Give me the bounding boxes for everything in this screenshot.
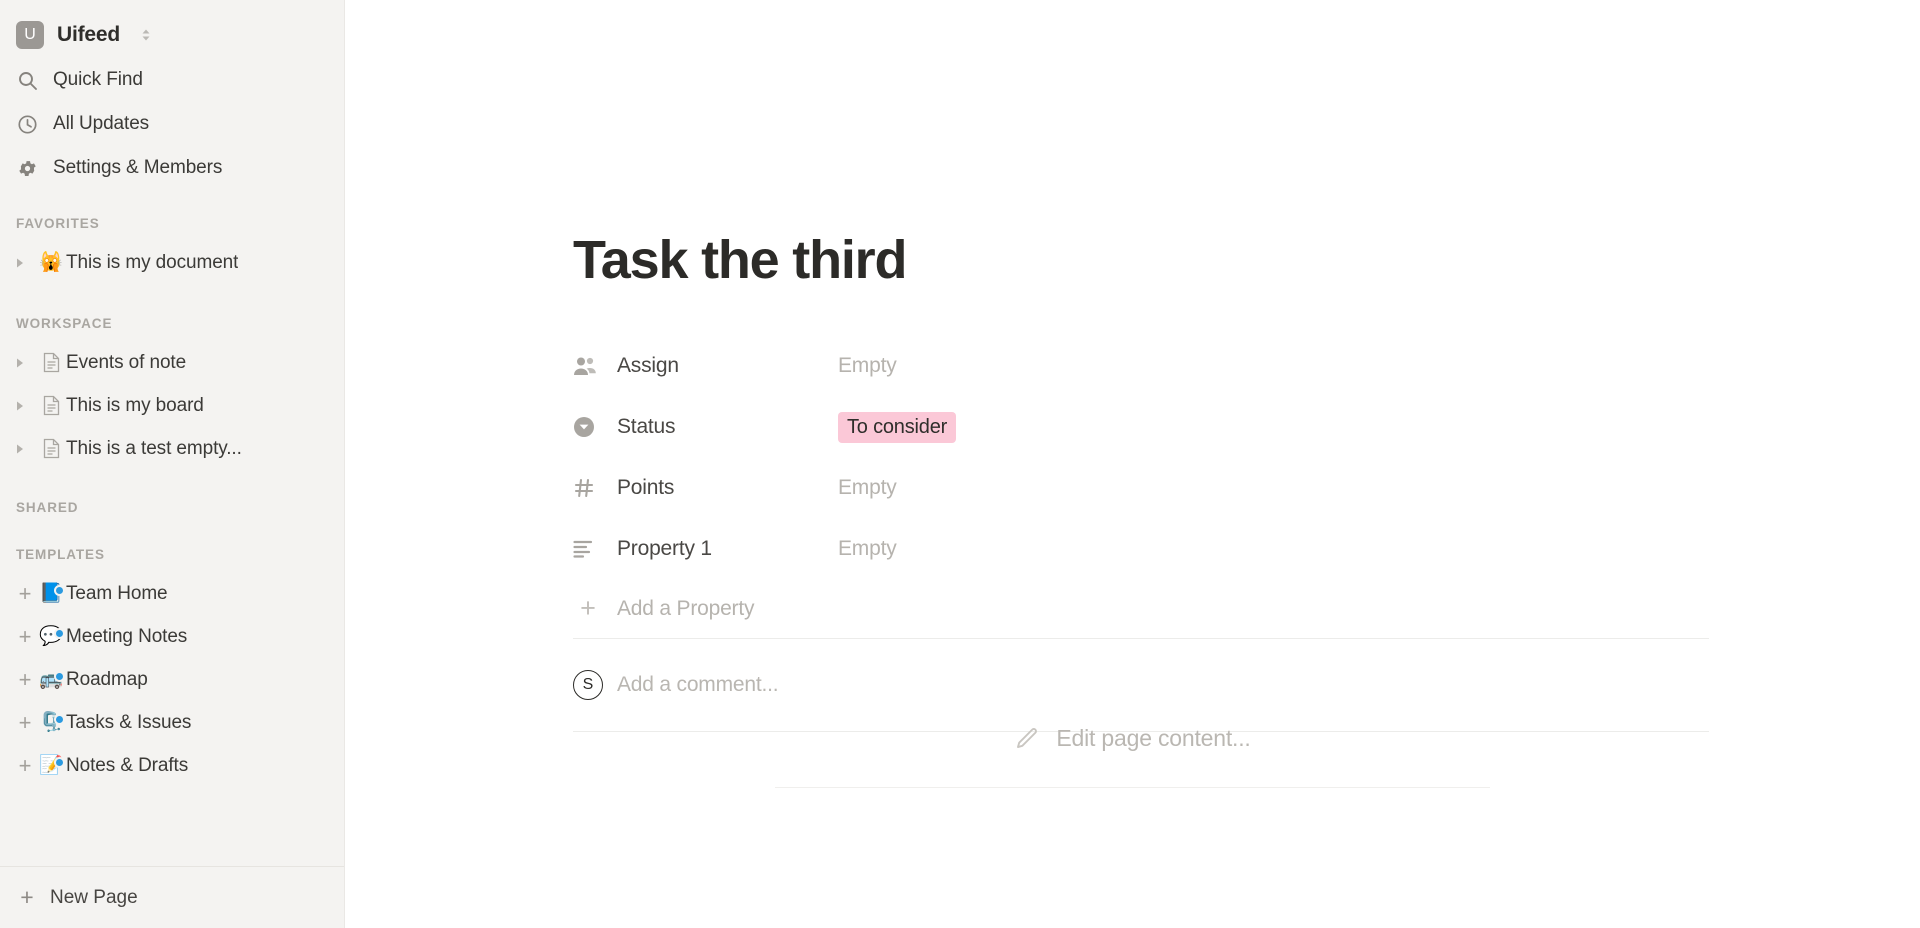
sidebar-template-label: Meeting Notes [66,625,188,647]
template-emoji: 🚌 [36,670,66,689]
property-row-status[interactable]: Status To consider [573,397,1920,458]
section-title-favorites: FAVORITES [16,216,100,231]
sidebar-template-notes-drafts[interactable]: + 📝 Notes & Drafts [0,744,344,787]
sidebar-page-label: Events of note [66,351,187,373]
sidebar-page-label: This is my board [66,394,204,416]
property-value[interactable]: Empty [838,354,897,378]
sidebar-template-roadmap[interactable]: + 🚌 Roadmap [0,658,344,701]
sidebar-page-label: This is my document [66,251,239,273]
property-key: Assign [573,354,838,378]
sidebar-template-label: Tasks & Issues [66,711,192,733]
main-content: Task the third Assign Empty Status To co… [345,0,1920,928]
edit-page-content-label: Edit page content... [1056,725,1251,751]
hash-icon [573,477,603,499]
property-value[interactable]: Empty [838,537,897,561]
disclosure-triangle-icon[interactable] [14,257,36,269]
property-key: Property 1 [573,537,838,561]
sidebar-template-tasks-issues[interactable]: + 🗜️ Tasks & Issues [0,701,344,744]
chevron-up-down-icon [140,27,152,43]
gear-icon [16,157,38,179]
sidebar-page-this-is-my-board[interactable]: This is my board [0,384,344,427]
sidebar-item-label: All Updates [53,113,150,134]
sidebar-template-team-home[interactable]: + 📘 Team Home [0,572,344,615]
sidebar-page-this-is-my-document[interactable]: 🙀 This is my document [0,241,344,284]
template-emoji: 📘 [36,584,66,603]
search-icon [16,69,38,91]
add-property-label: Add a Property [617,596,755,620]
template-badge-dot [54,628,65,639]
sidebar-template-label: Notes & Drafts [66,754,189,776]
property-row-property-1[interactable]: Property 1 Empty [573,519,1920,580]
sidebar: U Uifeed Quick Find All Updates Settings… [0,0,345,928]
template-badge-dot [54,757,65,768]
property-row-assign[interactable]: Assign Empty [573,336,1920,397]
page-body: Task the third Assign Empty Status To co… [345,0,1920,732]
property-key: Status [573,415,838,439]
text-lines-icon [573,540,603,558]
app-root: U Uifeed Quick Find All Updates Settings… [0,0,1920,928]
edit-page-content-button[interactable]: Edit page content... [345,725,1920,752]
property-name: Points [617,476,675,500]
property-name: Assign [617,354,679,378]
bottom-divider [775,787,1490,788]
disclosure-triangle-icon[interactable] [14,357,36,369]
clock-icon [16,113,38,135]
page-icon [36,438,66,459]
plus-icon[interactable]: + [14,754,36,777]
disclosure-triangle-icon[interactable] [14,443,36,455]
plus-icon[interactable]: + [14,668,36,691]
sidebar-item-settings-members[interactable]: Settings & Members [0,146,344,190]
disclosure-triangle-icon[interactable] [14,400,36,412]
pencil-icon [1014,726,1039,751]
template-badge-dot [54,671,65,682]
plus-icon: + [20,884,34,910]
property-name: Property 1 [617,537,712,561]
page-title[interactable]: Task the third [573,232,1920,289]
template-emoji: 🗜️ [36,713,66,732]
property-value[interactable]: To consider [838,411,957,443]
sidebar-item-quick-find[interactable]: Quick Find [0,58,344,102]
workspace-badge: U [16,21,44,49]
section-title-templates: TEMPLATES [16,547,105,562]
comment-composer[interactable]: S Add a comment... [573,639,1920,731]
sidebar-page-this-is-a-test-empty[interactable]: This is a test empty... [0,427,344,470]
new-page-label: New Page [50,886,138,908]
sidebar-template-label: Roadmap [66,668,148,690]
comment-input-placeholder[interactable]: Add a comment... [617,673,779,697]
sidebar-page-label: This is a test empty... [66,437,242,459]
template-emoji: 💬 [36,627,66,646]
page-icon [36,352,66,373]
sidebar-item-label: Quick Find [53,69,143,90]
new-page-button[interactable]: + New Page [0,866,344,928]
sidebar-scroll-area: U Uifeed Quick Find All Updates Settings… [0,0,344,866]
plus-icon[interactable]: + [14,582,36,605]
sidebar-item-label: Settings & Members [53,157,223,178]
sidebar-template-label: Team Home [66,582,168,604]
plus-icon[interactable]: + [14,711,36,734]
plus-icon[interactable]: + [14,625,36,648]
page-emoji: 🙀 [39,252,63,273]
status-badge: To consider [838,411,957,443]
workspace-switcher[interactable]: U Uifeed [0,8,344,58]
property-value[interactable]: Empty [838,476,897,500]
sidebar-item-all-updates[interactable]: All Updates [0,102,344,146]
property-name: Status [617,415,676,439]
page-icon [36,395,66,416]
plus-icon: + [580,593,596,624]
section-title-shared: SHARED [16,500,79,515]
property-key: Points [573,476,838,500]
people-icon [573,355,603,377]
template-badge-dot [54,585,65,596]
workspace-name: Uifeed [57,23,120,46]
property-row-points[interactable]: Points Empty [573,458,1920,519]
status-circle-icon [573,416,603,438]
section-title-workspace: WORKSPACE [16,316,113,331]
sidebar-page-events-of-note[interactable]: Events of note [0,341,344,384]
template-emoji: 📝 [36,756,66,775]
sidebar-template-meeting-notes[interactable]: + 💬 Meeting Notes [0,615,344,658]
template-badge-dot [54,714,65,725]
avatar: S [573,669,603,700]
property-list: Assign Empty Status To consider Points E… [573,336,1920,638]
add-property-button[interactable]: + Add a Property [573,580,1920,638]
